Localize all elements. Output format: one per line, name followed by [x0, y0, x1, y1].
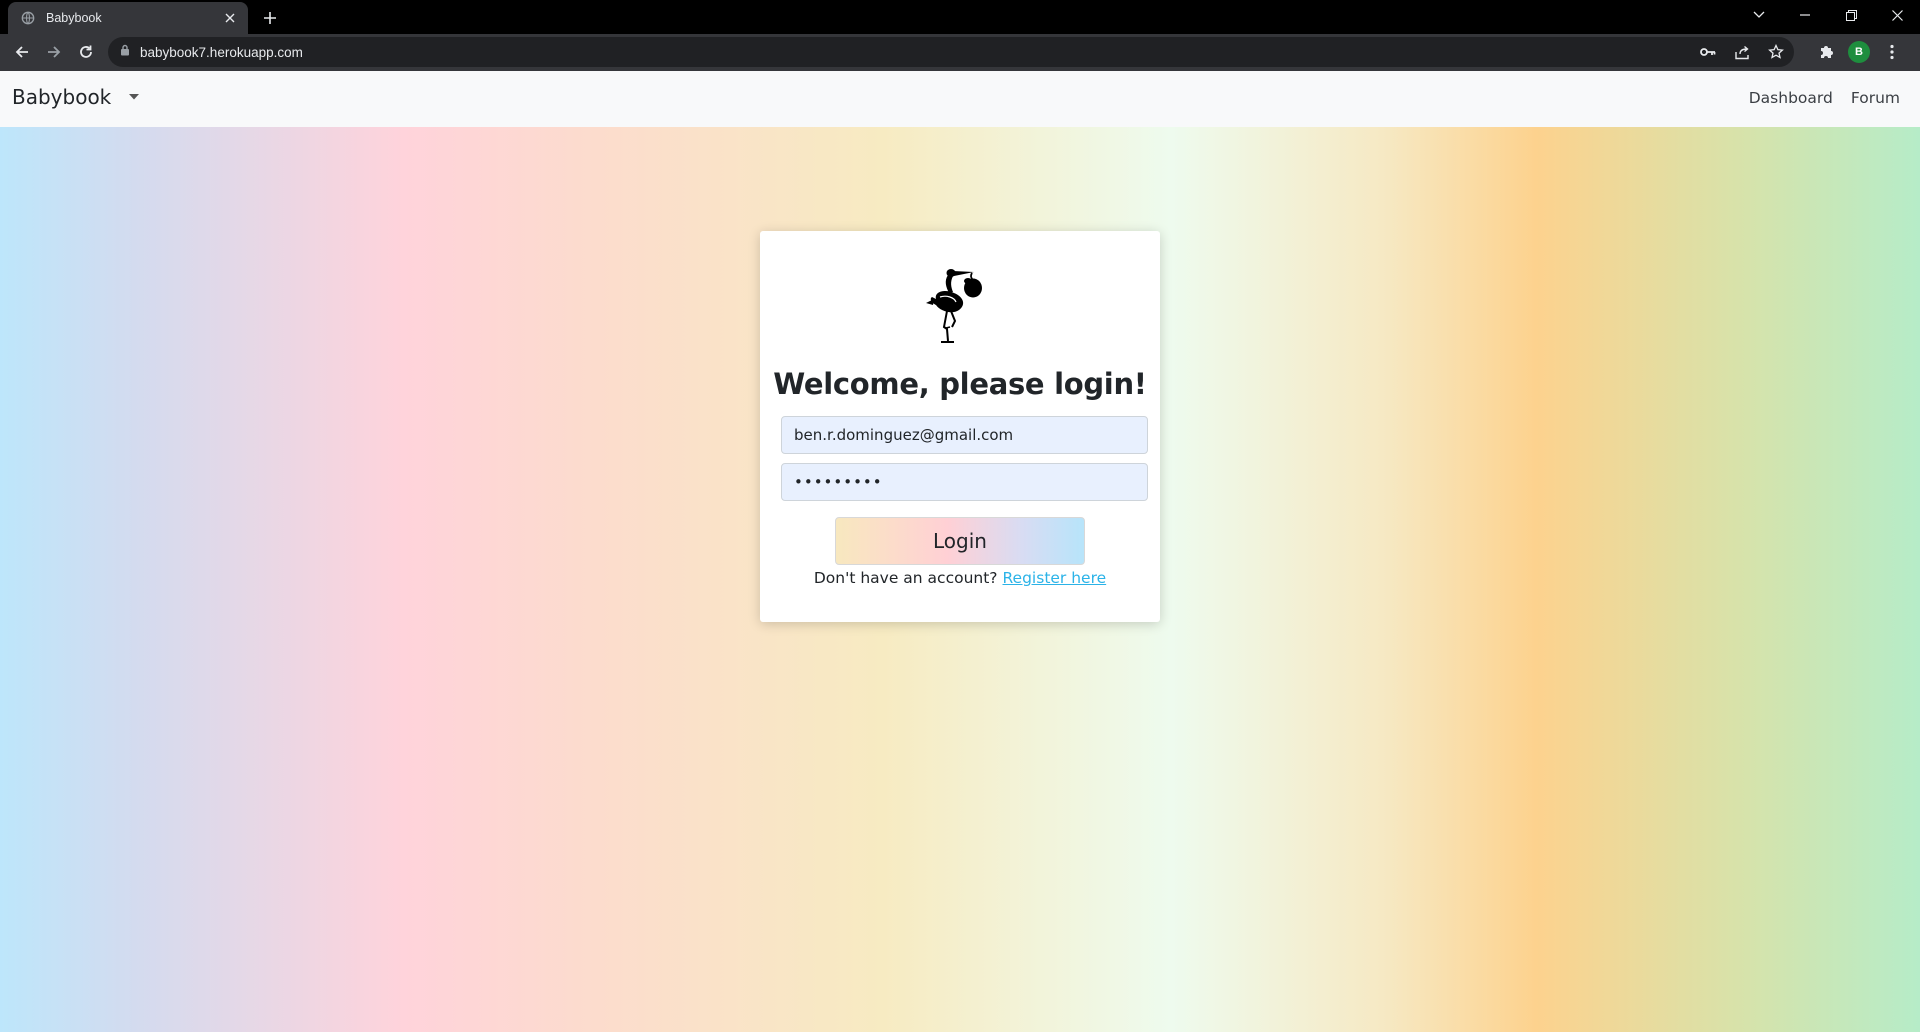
brand-link[interactable]: Babybook [12, 85, 111, 109]
kebab-menu-icon[interactable] [1882, 42, 1902, 62]
nav-link-forum[interactable]: Forum [1851, 89, 1900, 107]
browser-tab-strip: Babybook [0, 0, 1920, 34]
chevron-down-icon[interactable] [126, 91, 142, 103]
email-field[interactable] [781, 416, 1148, 454]
browser-tab[interactable]: Babybook [8, 2, 248, 34]
tab-title: Babybook [46, 11, 102, 25]
globe-icon [20, 10, 36, 26]
gradient-background: Welcome, please login! Login Don't have … [0, 127, 1920, 1032]
profile-avatar[interactable]: B [1848, 41, 1870, 63]
stork-icon [926, 269, 982, 343]
browser-toolbar: babybook7.herokuapp.com B [0, 34, 1920, 71]
web-page: Babybook Dashboard Forum Welcome, please… [0, 71, 1920, 1032]
star-icon[interactable] [1766, 42, 1786, 62]
plus-icon[interactable] [258, 6, 282, 30]
login-button[interactable]: Login [835, 517, 1085, 565]
minimize-icon[interactable] [1782, 0, 1828, 30]
restore-icon[interactable] [1828, 0, 1874, 30]
forward-icon[interactable] [40, 38, 68, 66]
window-close-icon[interactable] [1874, 0, 1920, 30]
key-icon[interactable] [1698, 42, 1718, 62]
register-prompt-text: Don't have an account? [813, 569, 998, 587]
password-field[interactable] [781, 463, 1148, 501]
tab-search-icon[interactable] [1736, 0, 1782, 30]
login-heading: Welcome, please login! [773, 367, 1147, 401]
register-prompt-line: Don't have an account? Register here [760, 569, 1160, 587]
share-icon[interactable] [1732, 42, 1752, 62]
close-icon[interactable] [222, 10, 238, 26]
back-icon[interactable] [8, 38, 36, 66]
site-navbar: Babybook Dashboard Forum [0, 71, 1920, 127]
nav-link-dashboard[interactable]: Dashboard [1749, 89, 1833, 107]
lock-icon [120, 43, 130, 61]
puzzle-icon[interactable] [1816, 42, 1836, 62]
register-link[interactable]: Register here [1002, 569, 1106, 587]
reload-icon[interactable] [72, 38, 100, 66]
address-bar[interactable]: babybook7.herokuapp.com [108, 37, 1794, 67]
login-card: Welcome, please login! Login Don't have … [760, 231, 1160, 622]
url-text: babybook7.herokuapp.com [140, 44, 303, 60]
